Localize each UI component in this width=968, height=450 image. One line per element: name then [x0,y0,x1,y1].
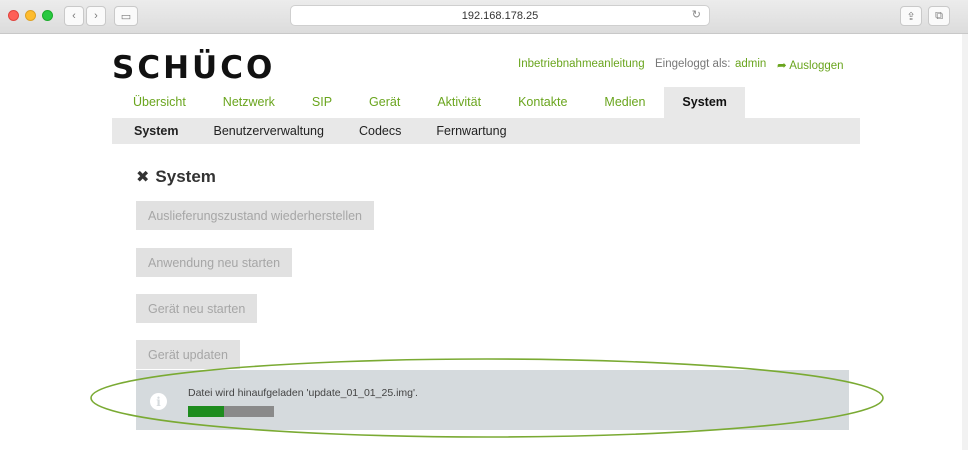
back-icon: ‹ [72,10,76,22]
factory-reset-button[interactable]: Auslieferungszustand wiederherstellen [136,201,375,230]
scrollbar[interactable] [962,34,968,450]
nav-geraet[interactable]: Gerät [369,95,400,118]
browser-toolbar: ‹ › ▭ 192.168.178.25 ↻ ⇪ ⧉ [0,0,968,34]
sidebar-icon: ▭ [120,10,132,23]
upload-notification: i Datei wird hinaufgeladen 'update_01_01… [136,370,849,430]
forward-icon: › [94,10,98,22]
tabs-button[interactable]: ⧉ [928,6,950,26]
update-device-button[interactable]: Gerät updaten [136,340,240,369]
back-button[interactable]: ‹ [64,6,84,26]
nav-uebersicht[interactable]: Übersicht [133,95,186,118]
minimize-window-button[interactable] [25,10,36,21]
upload-progress-bar [188,406,274,417]
reload-icon[interactable]: ↻ [692,8,701,21]
logout-link[interactable]: ➦ Ausloggen [777,58,844,72]
nav-medien[interactable]: Medien [604,95,645,118]
address-text: 192.168.178.25 [461,9,539,22]
subnav-system[interactable]: System [134,124,178,138]
logout-icon: ➦ [777,60,787,72]
nav-aktivitaet[interactable]: Aktivität [437,95,481,118]
sub-nav: System Benutzerverwaltung Codecs Fernwar… [112,118,860,144]
share-button[interactable]: ⇪ [900,6,922,26]
nav-sip[interactable]: SIP [312,95,332,118]
logout-label: Ausloggen [789,60,844,72]
sidebar-button[interactable]: ▭ [114,6,138,26]
schueco-logo: SCHÜCO [112,50,276,86]
subnav-codecs[interactable]: Codecs [359,124,401,138]
page-title: ✖ System [136,167,216,187]
upload-message: Datei wird hinaufgeladen 'update_01_01_2… [188,387,418,399]
subnav-fernwartung[interactable]: Fernwartung [436,124,506,138]
manual-link[interactable]: Inbetriebnahmeanleitung [518,58,645,70]
tabs-icon: ⧉ [935,9,943,22]
info-icon: i [150,393,167,410]
main-nav: Übersicht Netzwerk SIP Gerät Aktivität K… [112,86,860,118]
tools-icon: ✖ [136,169,150,186]
nav-netzwerk[interactable]: Netzwerk [223,95,275,118]
username: admin [735,58,767,70]
address-bar[interactable]: 192.168.178.25 ↻ [290,5,710,26]
logged-in-label: Eingeloggt als: [655,58,731,70]
nav-system[interactable]: System [664,87,745,118]
restart-device-button[interactable]: Gerät neu starten [136,294,258,323]
close-window-button[interactable] [8,10,19,21]
maximize-window-button[interactable] [42,10,53,21]
forward-button[interactable]: › [86,6,106,26]
page-title-text: System [155,167,216,186]
share-icon: ⇪ [906,10,916,23]
subnav-benutzerverwaltung[interactable]: Benutzerverwaltung [213,124,323,138]
restart-app-button[interactable]: Anwendung neu starten [136,248,293,277]
upload-progress-fill [188,406,225,417]
nav-kontakte[interactable]: Kontakte [518,95,567,118]
